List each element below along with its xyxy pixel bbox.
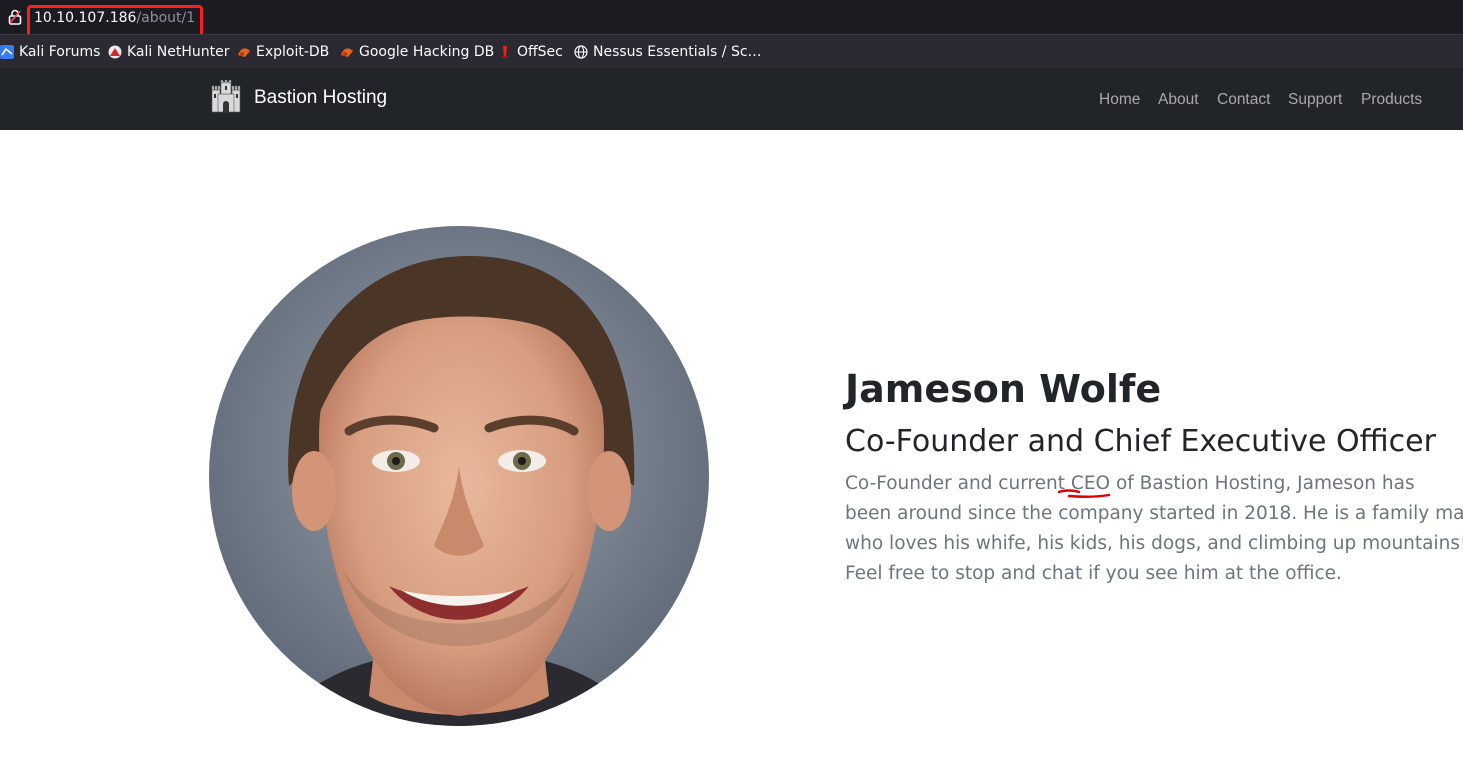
bookmark-label: Nessus Essentials / Sc… [593,44,762,60]
nav-home[interactable]: Home [1099,91,1140,109]
bookmark-google-hacking-db[interactable]: Google Hacking DB [340,43,494,61]
exploit-db-icon [238,48,250,57]
bookmarks-toolbar: Kali Forums Kali NetHunter Exploit-DB Go… [0,34,1463,68]
bookmark-label: Kali NetHunter [127,44,230,60]
globe-icon [574,45,588,59]
bio-line: who loves his whife, his kids, his dogs,… [845,533,1463,554]
bookmark-label: Google Hacking DB [359,44,495,60]
kali-forums-icon [0,45,14,59]
bookmark-label: Kali Forums [19,44,101,60]
person-name: Jameson Wolfe [845,367,1162,411]
bookmark-offsec[interactable]: OffSec [498,43,563,61]
portrait-illustration [209,226,709,726]
site-navbar: Bastion Hosting Home About Contact Suppo… [0,68,1463,130]
bio-line: been around since the company started in… [845,503,1463,524]
url-bar[interactable]: 10.10.107.186/about/1 [0,0,1463,34]
person-title: Co-Founder and Chief Executive Officer [845,424,1436,459]
nav-about[interactable]: About [1158,91,1199,109]
bio-line: Co-Founder and current CEO of Bastion Ho… [845,473,1415,494]
nav-products[interactable]: Products [1361,91,1422,109]
bookmark-kali-forums[interactable]: Kali Forums [0,43,100,61]
offsec-icon [502,46,508,58]
kali-nethunter-icon [108,45,122,59]
bookmark-nessus[interactable]: Nessus Essentials / Sc… [574,43,762,61]
person-bio: Co-Founder and current CEO of Bastion Ho… [845,469,1463,589]
bookmark-exploit-db[interactable]: Exploit-DB [237,43,329,61]
lock-icon[interactable] [8,9,22,25]
bookmark-label: OffSec [517,44,563,60]
bookmark-kali-nethunter[interactable]: Kali NetHunter [108,43,229,61]
profile-photo [209,226,709,726]
bio-line: Feel free to stop and chat if you see hi… [845,563,1342,584]
ceo-underline-annotation [1057,489,1111,498]
bookmark-label: Exploit-DB [256,44,330,60]
castle-logo-icon[interactable] [211,80,241,114]
nav-contact[interactable]: Contact [1217,91,1270,109]
nav-support[interactable]: Support [1288,91,1342,109]
brand-name[interactable]: Bastion Hosting [254,87,387,109]
google-hacking-db-icon [341,48,353,57]
